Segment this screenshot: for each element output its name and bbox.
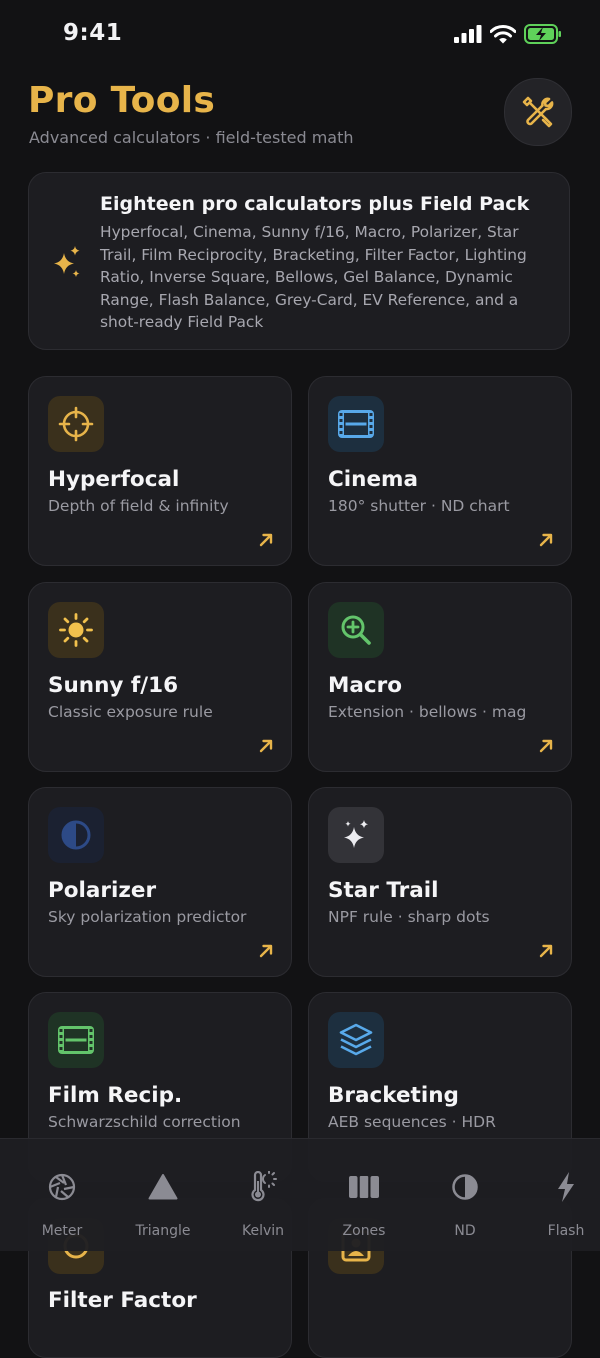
aperture-icon (12, 1169, 112, 1205)
tab-flash[interactable]: Flash (516, 1139, 600, 1251)
card-subtitle: Schwarzschild correction (48, 1113, 241, 1131)
page-title: Pro Tools (28, 80, 216, 121)
thermometer-sun-icon (213, 1169, 313, 1205)
card-sunny-f16[interactable]: Sunny f/16 Classic exposure rule (28, 582, 292, 772)
tab-label: Triangle (135, 1223, 191, 1239)
banner-title: Eighteen pro calculators plus Field Pack (100, 193, 530, 215)
sparkles-icon (54, 246, 80, 277)
wifi-icon (490, 24, 516, 43)
card-title: Star Trail (328, 878, 439, 903)
half-circle-icon (48, 807, 104, 863)
arrow-up-right-icon (259, 739, 273, 753)
card-subtitle: AEB sequences · HDR (328, 1113, 496, 1131)
arrow-up-right-icon (539, 533, 553, 547)
tab-nd[interactable]: ND (415, 1139, 515, 1251)
arrow-up-right-icon (539, 944, 553, 958)
card-subtitle: Depth of field & infinity (48, 497, 229, 515)
film-strip-icon (48, 1012, 104, 1068)
status-icons (454, 24, 562, 44)
card-title: Film Recip. (48, 1083, 183, 1108)
card-title: Sunny f/16 (48, 673, 179, 698)
banner-body: Hyperfocal, Cinema, Sunny f/16, Macro, P… (100, 223, 527, 331)
card-star-trail[interactable]: Star Trail NPF rule · sharp dots (308, 787, 572, 977)
sun-icon (48, 602, 104, 658)
wrench-screwdriver-icon (522, 96, 554, 128)
tab-triangle[interactable]: Triangle (113, 1139, 213, 1251)
tab-meter[interactable]: Meter (12, 1139, 112, 1251)
card-cinema[interactable]: Cinema 180° shutter · ND chart (308, 376, 572, 566)
card-title: Polarizer (48, 878, 157, 903)
arrow-up-right-icon (259, 944, 273, 958)
card-polarizer[interactable]: Polarizer Sky polarization predictor (28, 787, 292, 977)
card-subtitle: Sky polarization predictor (48, 908, 247, 926)
magnify-plus-icon (328, 602, 384, 658)
tab-bar: Meter Triangle Kelvin Zones ND Flash (0, 1138, 600, 1251)
bolt-icon (516, 1169, 600, 1205)
arrow-up-right-icon (259, 533, 273, 547)
tab-label: Zones (342, 1223, 386, 1239)
card-hyperfocal[interactable]: Hyperfocal Depth of field & infinity (28, 376, 292, 566)
status-time: 9:41 (63, 20, 123, 46)
card-subtitle: Extension · bellows · mag (328, 703, 527, 721)
card-subtitle: NPF rule · sharp dots (328, 908, 490, 926)
card-title: Cinema (328, 467, 418, 492)
tab-label: Kelvin (241, 1223, 285, 1239)
status-bar: 9:41 (0, 0, 600, 70)
card-macro[interactable]: Macro Extension · bellows · mag (308, 582, 572, 772)
arrow-up-right-icon (539, 739, 553, 753)
zones-icon (314, 1169, 414, 1205)
film-icon (328, 396, 384, 452)
battery-charging-icon (524, 24, 561, 44)
sparkles-icon (328, 807, 384, 863)
card-title: Hyperfocal (48, 467, 180, 492)
page-subtitle: Advanced calculators · field-tested math (29, 128, 354, 147)
crosshair-icon (48, 396, 104, 452)
tab-label: Flash (547, 1223, 585, 1239)
card-subtitle: Classic exposure rule (48, 703, 213, 721)
card-subtitle: 180° shutter · ND chart (328, 497, 510, 515)
card-title: Macro (328, 673, 403, 698)
half-circle-icon (415, 1169, 515, 1205)
layers-icon (328, 1012, 384, 1068)
card-title: Bracketing (328, 1083, 459, 1108)
tab-label: ND (454, 1223, 476, 1239)
tab-zones[interactable]: Zones (314, 1139, 414, 1251)
tab-label: Meter (41, 1223, 83, 1239)
tab-kelvin[interactable]: Kelvin (213, 1139, 313, 1251)
info-banner: Eighteen pro calculators plus Field Pack… (28, 172, 570, 350)
signal-icon (454, 25, 482, 43)
tools-button[interactable] (504, 78, 572, 146)
peek-card-title: Filter Factor (48, 1288, 197, 1313)
triangle-icon (113, 1169, 213, 1205)
